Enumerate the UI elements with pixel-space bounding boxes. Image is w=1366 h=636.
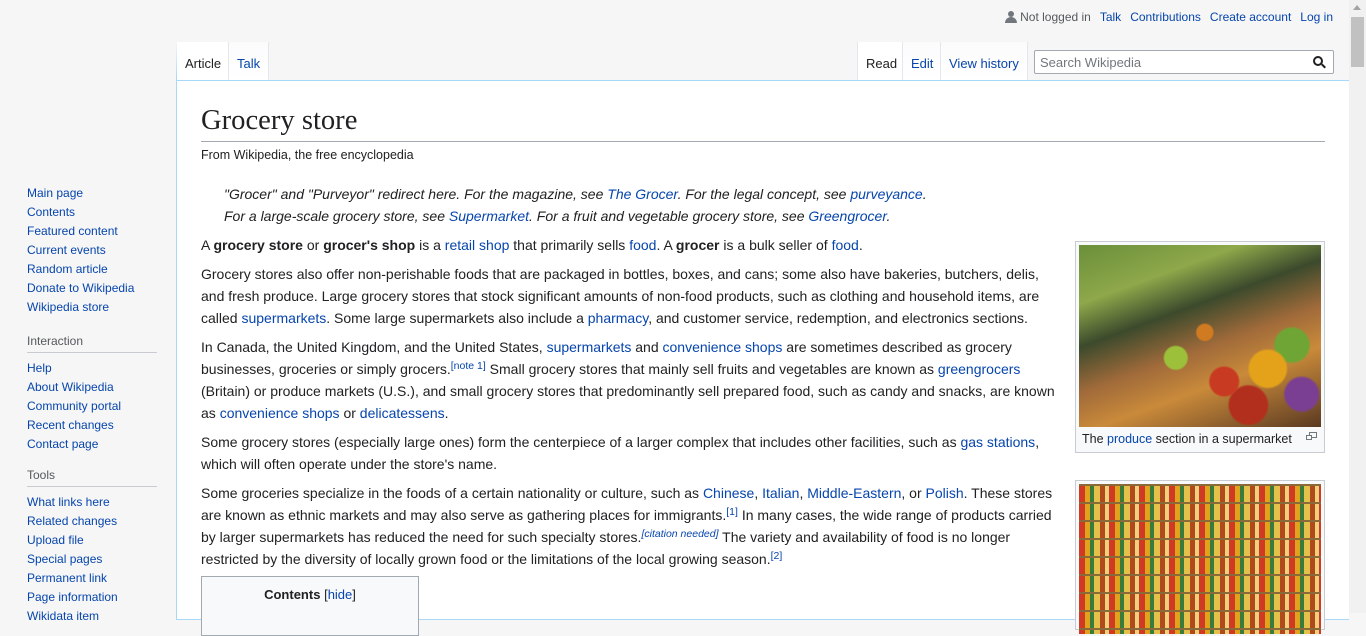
tab-read[interactable]: Read [857,42,903,80]
citation-needed-link[interactable]: [citation needed] [641,528,718,540]
convenience-shops-link[interactable]: convenience shops [663,339,783,355]
sidebar-item-related-changes[interactable]: Related changes [27,514,117,528]
produce-section-image[interactable] [1079,245,1321,427]
navigation-portal: Main page Contents Featured content Curr… [27,184,157,317]
retail-shop-link[interactable]: retail shop [445,237,510,253]
hatnote-text: . [886,208,891,224]
supermarket-link[interactable]: Supermarket [449,208,529,224]
tab-edit[interactable]: Edit [903,42,941,80]
polish-link[interactable]: Polish [926,485,964,501]
sidebar-item-random-article[interactable]: Random article [27,262,108,276]
greengrocer-link[interactable]: Greengrocer [808,208,886,224]
personal-talk-link[interactable]: Talk [1100,10,1121,24]
table-of-contents: Contents [hide] [201,576,419,636]
paragraph-4: Some grocery stores (especially large on… [201,434,1040,472]
vertical-scrollbar[interactable] [1349,0,1366,613]
sidebar: Main page Contents Featured content Curr… [0,0,176,623]
tools-portal: Tools What links here Related changes Up… [27,468,157,626]
sidebar-item-recent-changes[interactable]: Recent changes [27,418,114,432]
middle-eastern-link[interactable]: Middle-Eastern [807,485,901,501]
paragraph-3: In Canada, the United Kingdom, and the U… [201,339,1055,421]
sidebar-item-current-events[interactable]: Current events [27,243,106,257]
tools-heading: Tools [27,468,157,487]
convenience-shops-link[interactable]: convenience shops [220,405,340,421]
interaction-portal: Interaction Help About Wikipedia Communi… [27,334,157,454]
sidebar-item-donate[interactable]: Donate to Wikipedia [27,281,134,295]
toc-heading: Contents [264,587,321,602]
hatnote-text: For a large-scale grocery store, see [224,208,449,224]
pharmacy-link[interactable]: pharmacy [588,310,648,326]
content-area: Grocery store From Wikipedia, the free e… [176,80,1349,636]
sidebar-item-special-pages[interactable]: Special pages [27,552,102,566]
log-in-link[interactable]: Log in [1300,10,1333,24]
sidebar-item-about[interactable]: About Wikipedia [27,380,114,394]
page-title: Grocery store [201,102,1325,143]
delicatessens-link[interactable]: delicatessens [360,405,445,421]
bold-term: grocer [675,237,720,253]
sidebar-item-main-page[interactable]: Main page [27,186,83,200]
sidebar-item-upload-file[interactable]: Upload file [27,533,84,547]
tab-view-history-label: View history [949,56,1019,71]
tagline: From Wikipedia, the free encyclopedia [201,148,414,162]
ref-2[interactable]: [2] [771,550,783,562]
produce-link[interactable]: produce [1107,432,1152,446]
hatnote-1: "Grocer" and "Purveyor" redirect here. F… [224,183,927,205]
food-link[interactable]: food [629,237,656,253]
search-icon[interactable] [1313,56,1326,69]
tab-talk[interactable]: Talk [229,42,269,80]
shelves-thumbnail [1075,480,1325,634]
greengrocers-link[interactable]: greengrocers [938,361,1021,377]
food-link[interactable]: food [832,237,859,253]
user-icon [1005,10,1018,24]
hatnote-text: "Grocer" and "Purveyor" redirect here. F… [224,186,608,202]
purveyance-link[interactable]: purveyance [850,186,922,202]
sidebar-item-contents[interactable]: Contents [27,205,75,219]
hatnote-text: . For a fruit and vegetable grocery stor… [529,208,809,224]
produce-thumbnail: The produce section in a supermarket [1075,241,1325,453]
interaction-heading: Interaction [27,334,157,353]
note-1-ref[interactable]: [note 1] [451,360,486,372]
gas-stations-link[interactable]: gas stations [960,434,1035,450]
sidebar-item-contact-page[interactable]: Contact page [27,437,98,451]
shelves-image[interactable] [1079,484,1321,634]
hatnote-2: For a large-scale grocery store, see Sup… [224,205,890,227]
sidebar-item-what-links-here[interactable]: What links here [27,495,110,509]
paragraph-2: Grocery stores also offer non-perishable… [201,266,1040,326]
sidebar-item-wikipedia-store[interactable]: Wikipedia store [27,300,109,314]
thumbnail-caption: The produce section in a supermarket [1079,427,1321,449]
search-input[interactable]: Search Wikipedia [1034,50,1334,74]
sidebar-item-community-portal[interactable]: Community portal [27,399,121,413]
supermarkets-link[interactable]: supermarkets [547,339,632,355]
create-account-link[interactable]: Create account [1210,10,1291,24]
not-logged-in-text: Not logged in [1020,10,1091,24]
scrollbar-thumb[interactable] [1351,17,1364,67]
scroll-up-arrow-icon[interactable] [1353,5,1361,10]
supermarkets-link[interactable]: supermarkets [241,310,326,326]
enlarge-icon[interactable] [1306,432,1317,441]
chinese-link[interactable]: Chinese [703,485,754,501]
sidebar-item-permanent-link[interactable]: Permanent link [27,571,107,585]
toc-title: Contents [hide] [264,587,356,602]
ref-1[interactable]: [1] [726,506,738,518]
bold-term: grocer's shop [323,237,416,253]
toc-hide-toggle[interactable]: hide [328,587,353,602]
the-grocer-link[interactable]: The Grocer [607,186,677,202]
tab-view-history[interactable]: View history [941,42,1028,80]
paragraph-5: Some groceries specialize in the foods o… [201,485,1053,567]
tab-talk-label: Talk [237,56,261,71]
bold-term: grocery store [213,237,303,253]
tab-edit-label: Edit [911,56,934,71]
contributions-link[interactable]: Contributions [1130,10,1201,24]
personal-tools: Not logged in Talk Contributions Create … [1005,10,1333,24]
italian-link[interactable]: Italian [762,485,799,501]
paragraph-1: A grocery store or grocer's shop is a re… [201,237,863,253]
sidebar-item-wikidata-item[interactable]: Wikidata item [27,609,99,623]
hatnote-text: . [922,186,927,202]
search-placeholder: Search Wikipedia [1040,55,1142,70]
tab-article[interactable]: Article [177,42,229,80]
hatnote-text: . For the legal concept, see [677,186,851,202]
sidebar-item-page-information[interactable]: Page information [27,590,118,604]
sidebar-item-featured-content[interactable]: Featured content [27,224,118,238]
sidebar-item-help[interactable]: Help [27,361,52,375]
